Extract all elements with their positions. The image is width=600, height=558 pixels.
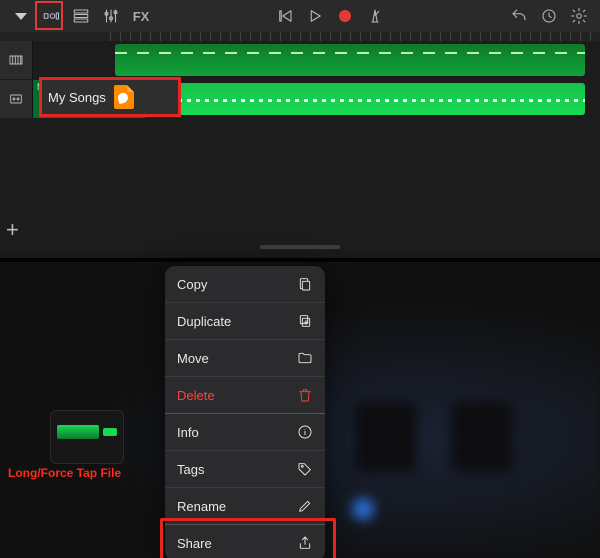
menu-dropdown-button[interactable] bbox=[9, 5, 33, 27]
record-button[interactable] bbox=[333, 5, 357, 27]
menu-item-delete[interactable]: Delete bbox=[165, 377, 325, 414]
loop-browser-button[interactable] bbox=[537, 5, 561, 27]
fx-button[interactable]: FX bbox=[129, 5, 153, 27]
info-icon bbox=[297, 424, 313, 440]
add-track-button[interactable]: + bbox=[6, 217, 19, 243]
my-songs-menu-item[interactable]: My Songs bbox=[39, 77, 181, 117]
menu-item-rename[interactable]: Rename bbox=[165, 488, 325, 525]
folder-icon bbox=[297, 350, 313, 366]
annotation-label: Long/Force Tap File bbox=[8, 466, 121, 480]
blurred-selection-badge bbox=[352, 498, 374, 520]
midi-region[interactable] bbox=[115, 44, 585, 76]
mixer-button[interactable] bbox=[99, 5, 123, 27]
blurred-file-thumbnail bbox=[356, 402, 416, 472]
duplicate-icon bbox=[297, 313, 313, 329]
midi-region[interactable] bbox=[115, 83, 585, 115]
tag-icon bbox=[297, 461, 313, 477]
track-header-instrument[interactable] bbox=[0, 80, 33, 118]
go-to-start-button[interactable] bbox=[273, 5, 297, 27]
menu-item-copy[interactable]: Copy bbox=[165, 266, 325, 303]
menu-item-tags[interactable]: Tags bbox=[165, 451, 325, 488]
waveform-preview-icon bbox=[57, 425, 99, 439]
track-row[interactable] bbox=[0, 41, 600, 79]
drum-machine-icon bbox=[8, 91, 24, 107]
pencil-icon bbox=[297, 498, 313, 514]
piano-icon bbox=[8, 52, 24, 68]
tracks-view-button[interactable] bbox=[69, 5, 93, 27]
top-toolbar: FX bbox=[0, 0, 600, 32]
blurred-file-thumbnail bbox=[452, 402, 512, 472]
track-header-instrument[interactable] bbox=[0, 41, 33, 79]
garageband-file-icon bbox=[114, 85, 134, 109]
trash-icon bbox=[297, 387, 313, 403]
timeline-ruler[interactable] bbox=[0, 32, 600, 41]
play-button[interactable] bbox=[303, 5, 327, 27]
record-icon bbox=[339, 10, 351, 22]
editor-panel: FX My Songs bbox=[0, 0, 600, 262]
menu-item-move[interactable]: Move bbox=[165, 340, 325, 377]
files-panel: Long/Force Tap File Copy Duplicate Move … bbox=[0, 262, 600, 558]
annotation-highlight-menu-button bbox=[35, 1, 63, 30]
menu-item-duplicate[interactable]: Duplicate bbox=[165, 303, 325, 340]
my-songs-label: My Songs bbox=[48, 90, 106, 105]
copy-icon bbox=[297, 276, 313, 292]
tracks-area: My Songs Modern 808 + bbox=[0, 41, 600, 251]
project-file-thumbnail[interactable] bbox=[50, 410, 124, 464]
home-indicator bbox=[260, 245, 340, 249]
share-icon bbox=[297, 535, 313, 551]
context-menu: Copy Duplicate Move Delete Info Tags Ren… bbox=[165, 266, 325, 558]
settings-button[interactable] bbox=[567, 5, 591, 27]
undo-button[interactable] bbox=[507, 5, 531, 27]
metronome-button[interactable] bbox=[363, 5, 387, 27]
menu-item-info[interactable]: Info bbox=[165, 414, 325, 451]
menu-item-share[interactable]: Share bbox=[165, 525, 325, 558]
chevron-down-icon bbox=[15, 13, 27, 20]
